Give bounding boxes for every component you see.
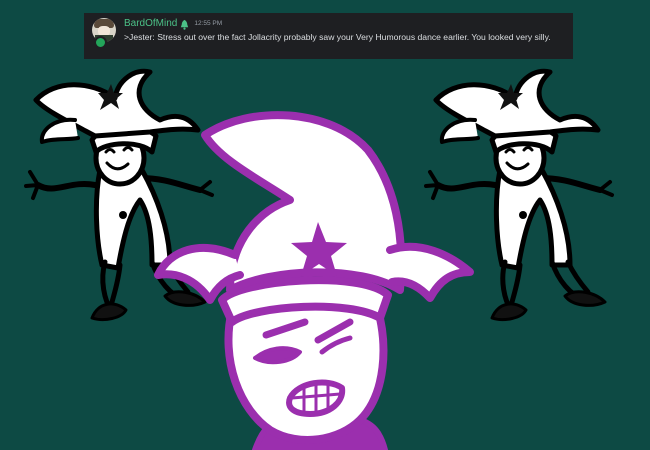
- dancing-jester-right: [424, 68, 614, 322]
- message-timestamp: 12:55 PM: [194, 20, 223, 27]
- username[interactable]: BardOfMind: [124, 18, 177, 30]
- scene: BardOfMind 12:55 PM >Jester: Stress out …: [0, 0, 650, 450]
- chat-message: BardOfMind 12:55 PM >Jester: Stress out …: [84, 13, 573, 59]
- message-text: >Jester: Stress out over the fact Jollac…: [124, 32, 551, 42]
- dancing-jester-left: [24, 68, 214, 322]
- illustration: [24, 68, 614, 450]
- bell-crest-icon: [181, 19, 189, 30]
- stressed-jester: [154, 111, 474, 450]
- message-header: BardOfMind 12:55 PM: [124, 17, 222, 31]
- status-indicator: [94, 36, 107, 49]
